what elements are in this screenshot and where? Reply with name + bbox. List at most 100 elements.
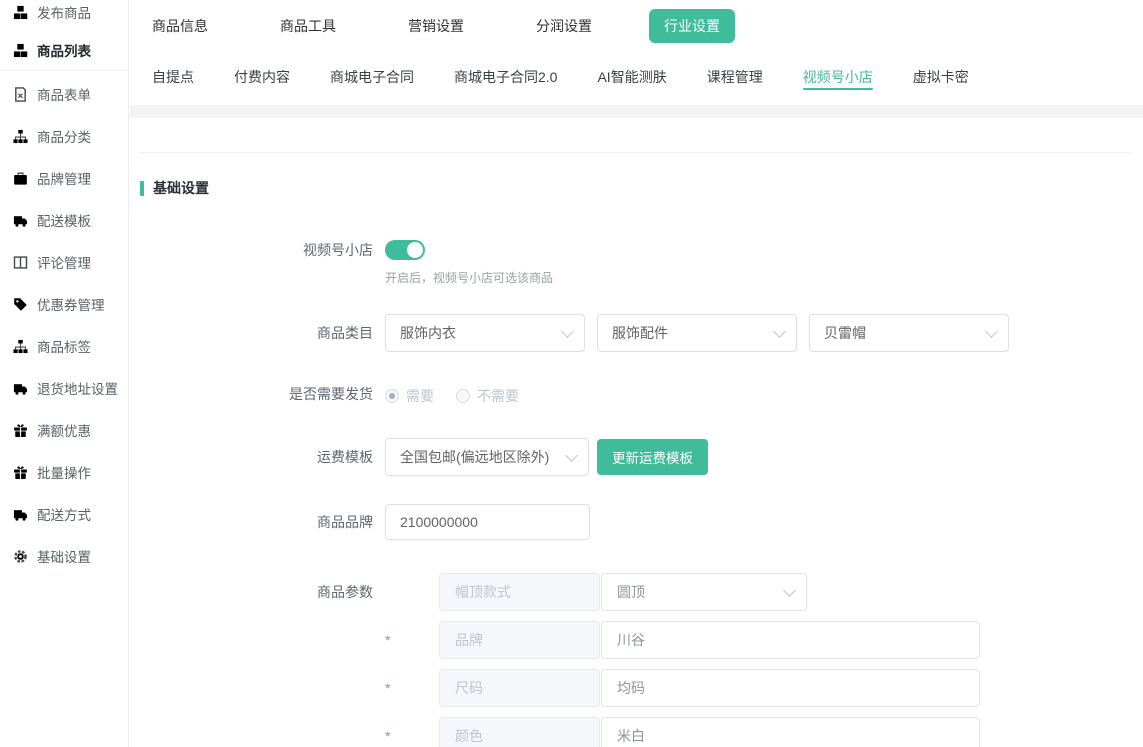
param-value-field[interactable]: 米白 xyxy=(601,717,980,747)
secondary-tab[interactable]: 商城电子合同2.0 xyxy=(454,52,557,99)
param-row: * 品牌 川谷 xyxy=(385,621,980,659)
freight-row: 运费模板 全国包邮(偏远地区除外) 更新运费模板 xyxy=(130,438,1143,476)
freight-label: 运费模板 xyxy=(130,438,373,476)
param-value-field[interactable]: 均码 xyxy=(601,669,980,707)
card-divider xyxy=(140,152,1131,153)
gear-icon xyxy=(13,549,28,564)
chevron-down-icon xyxy=(565,449,578,462)
sidebar-item[interactable]: 商品列表 xyxy=(0,31,128,69)
sidebar-item-label: 评论管理 xyxy=(37,252,91,272)
secondary-tab[interactable]: AI智能测肤 xyxy=(597,52,666,99)
sidebar-item[interactable]: 基础设置 xyxy=(0,535,128,577)
radio-option-label: 不需要 xyxy=(477,386,519,406)
secondary-tab[interactable]: 虚拟卡密 xyxy=(913,52,969,99)
primary-tab[interactable]: 商品工具 xyxy=(280,16,336,36)
secondary-tab[interactable]: 商城电子合同 xyxy=(330,52,414,99)
param-value-text: 米白 xyxy=(617,726,645,746)
video-store-toggle[interactable] xyxy=(385,240,425,260)
params-row: 商品参数 * 帽顶款式 圆顶 * 品牌 川谷 * 尺码 均码 * 颜色 米白 xyxy=(130,573,1143,747)
param-value-field[interactable]: 川谷 xyxy=(601,621,980,659)
param-name-field: 品牌 xyxy=(439,621,600,659)
sidebar-item[interactable]: 评论管理 xyxy=(0,241,128,283)
param-name-field: 颜色 xyxy=(439,717,600,747)
sidebar-item-label: 商品分类 xyxy=(37,126,91,146)
settings-card: 基础设置 视频号小店 开启后，视频号小店可选该商品 商品类目 服饰内衣 服饰配件… xyxy=(130,118,1143,747)
sidebar-item[interactable]: 配送模板 xyxy=(0,199,128,241)
category-select[interactable]: 服饰配件 xyxy=(597,314,797,352)
sidebar-item[interactable]: 配送方式 xyxy=(0,493,128,535)
sidebar-item[interactable]: 优惠券管理 xyxy=(0,283,128,325)
sidebar-item-label: 优惠券管理 xyxy=(37,294,105,314)
select-value: 服饰内衣 xyxy=(400,323,456,343)
tag-icon xyxy=(13,297,28,312)
video-store-row: 视频号小店 开启后，视频号小店可选该商品 xyxy=(130,240,1143,286)
truck-icon xyxy=(13,213,28,228)
chevron-down-icon xyxy=(561,325,574,338)
brand-input[interactable] xyxy=(385,504,590,540)
required-asterisk: * xyxy=(385,669,439,707)
primary-tabs: 商品信息 商品工具 营销设置 分润设置 行业设置 xyxy=(130,0,1143,52)
section-gap-band xyxy=(130,105,1143,118)
sidebar-item-label: 商品列表 xyxy=(37,40,91,60)
sidebar-item[interactable]: 商品分类 xyxy=(0,115,128,157)
radio-option-need: 需要 xyxy=(385,386,434,406)
select-value: 贝雷帽 xyxy=(824,323,866,343)
param-row: * 颜色 米白 xyxy=(385,717,980,747)
sidebar-item[interactable]: 退货地址设置 xyxy=(0,367,128,409)
brand-label: 商品品牌 xyxy=(130,504,373,540)
param-row: * 尺码 均码 xyxy=(385,669,980,707)
sidebar-divider xyxy=(0,70,128,71)
sidebar-item[interactable]: 品牌管理 xyxy=(0,157,128,199)
toggle-knob xyxy=(407,242,423,258)
primary-tab[interactable]: 行业设置 xyxy=(649,9,735,43)
sidebar-item[interactable]: 发布商品 xyxy=(0,0,128,31)
param-value-field[interactable]: 圆顶 xyxy=(601,573,807,611)
video-store-label: 视频号小店 xyxy=(130,240,373,286)
primary-tab[interactable]: 分润设置 xyxy=(536,16,592,36)
need-shipping-row: 是否需要发货 需要 不需要 xyxy=(130,386,1143,406)
freight-template-select[interactable]: 全国包邮(偏远地区除外) xyxy=(385,438,589,476)
sidebar-item[interactable]: 商品标签 xyxy=(0,325,128,367)
cubes-icon xyxy=(13,5,28,20)
briefcase-icon xyxy=(13,171,28,186)
params-label: 商品参数 xyxy=(130,573,373,611)
param-row: * 帽顶款式 圆顶 xyxy=(385,573,980,611)
main-area: 商品信息 商品工具 营销设置 分润设置 行业设置 自提点付费内容商城电子合同商城电子合同… xyxy=(130,0,1143,747)
required-asterisk: * xyxy=(385,717,439,747)
sidebar-item-label: 品牌管理 xyxy=(37,168,91,188)
truck-icon xyxy=(13,507,28,522)
sidebar-item-label: 批量操作 xyxy=(37,462,91,482)
section-title: 基础设置 xyxy=(140,178,1143,198)
freight-template-value: 全国包邮(偏远地区除外) xyxy=(400,447,549,467)
category-row: 商品类目 服饰内衣 服饰配件 贝雷帽 xyxy=(130,314,1143,352)
primary-tab[interactable]: 商品信息 xyxy=(152,16,208,36)
app-window: 发布商品 商品列表 商品表单 商品分类 品牌管理 配送模板 评论管理 优惠券管理… xyxy=(0,0,1143,747)
param-rows: * 帽顶款式 圆顶 * 品牌 川谷 * 尺码 均码 * 颜色 米白 xyxy=(385,573,980,747)
param-value-text: 川谷 xyxy=(617,630,645,650)
sidebar-item[interactable]: 商品表单 xyxy=(0,73,128,115)
primary-tab[interactable]: 营销设置 xyxy=(408,16,464,36)
sidebar-item-label: 商品标签 xyxy=(37,336,91,356)
tree-icon xyxy=(13,129,28,144)
category-select[interactable]: 贝雷帽 xyxy=(809,314,1009,352)
category-select[interactable]: 服饰内衣 xyxy=(385,314,585,352)
chevron-down-icon xyxy=(783,584,796,597)
need-shipping-label: 是否需要发货 xyxy=(130,386,373,406)
brand-row: 商品品牌 xyxy=(130,504,1143,540)
gift-icon xyxy=(13,465,28,480)
secondary-tab[interactable]: 课程管理 xyxy=(707,52,763,99)
sidebar-menu: 发布商品 商品列表 商品表单 商品分类 品牌管理 配送模板 评论管理 优惠券管理… xyxy=(0,0,128,577)
radio-option-no-need: 不需要 xyxy=(456,386,519,406)
cubes-icon xyxy=(13,43,28,58)
category-label: 商品类目 xyxy=(130,314,373,352)
sidebar-item-label: 发布商品 xyxy=(37,2,91,22)
secondary-tab[interactable]: 视频号小店 xyxy=(803,52,873,99)
truck-icon xyxy=(13,381,28,396)
update-freight-template-button[interactable]: 更新运费模板 xyxy=(597,439,708,475)
sidebar-item[interactable]: 批量操作 xyxy=(0,451,128,493)
secondary-tab[interactable]: 自提点 xyxy=(152,52,194,99)
param-value-text: 圆顶 xyxy=(617,582,645,602)
secondary-tab[interactable]: 付费内容 xyxy=(234,52,290,99)
sidebar-item[interactable]: 满额优惠 xyxy=(0,409,128,451)
radio-option-label: 需要 xyxy=(406,386,434,406)
